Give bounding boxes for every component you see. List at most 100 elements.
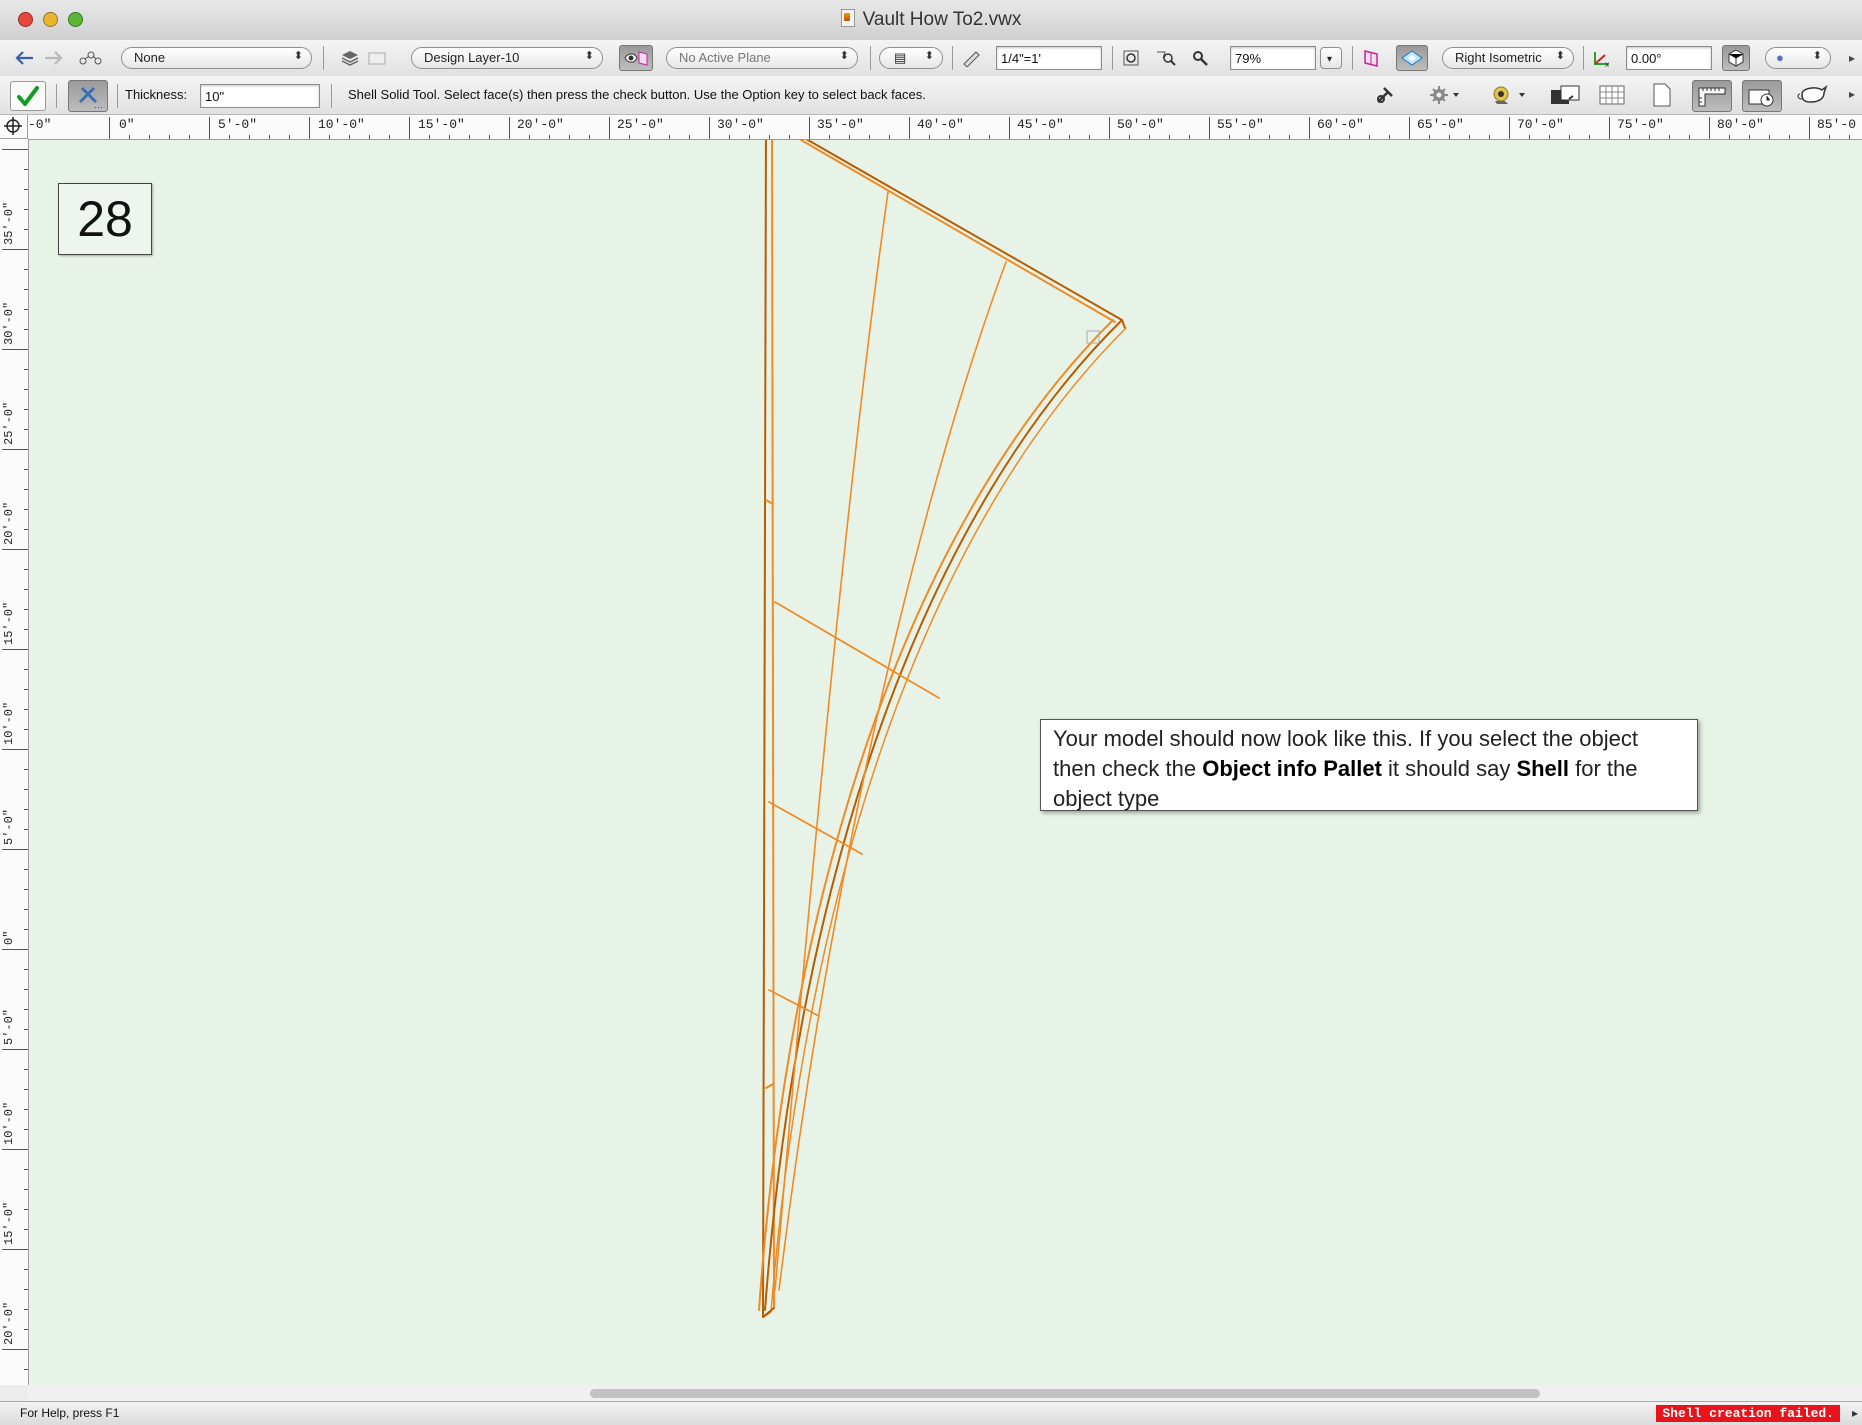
visibility-icon[interactable] xyxy=(1486,82,1530,108)
updown-arrow-icon: ⬍ xyxy=(584,50,594,62)
ruler-tick xyxy=(24,229,28,230)
drawing-canvas[interactable]: 28 Your model should now look like this.… xyxy=(29,140,1862,1385)
status-arrow-icon[interactable]: ▸ xyxy=(1852,1406,1858,1420)
ruler-tick xyxy=(24,429,28,430)
svg-text:…: … xyxy=(94,100,102,108)
axis-icon[interactable]: x xyxy=(1588,45,1616,71)
shell-left-edge xyxy=(771,140,775,1309)
class-popup-value: None xyxy=(134,50,166,65)
gear-icon[interactable] xyxy=(1424,82,1464,108)
layers-icon[interactable] xyxy=(336,45,364,71)
zoom-selection-icon[interactable] xyxy=(1152,45,1180,71)
ruler-tick xyxy=(1709,117,1710,139)
working-plane-popup-value: No Active Plane xyxy=(679,50,771,65)
ruler-tick xyxy=(329,135,330,139)
ruler-tick xyxy=(1589,135,1590,139)
ruler-tick xyxy=(1649,135,1650,139)
ruler-tick xyxy=(24,189,28,190)
ruler-tick xyxy=(1429,135,1430,139)
zoom-dropdown[interactable]: ▾ xyxy=(1320,47,1342,69)
rotation-angle-field[interactable]: 0.00° xyxy=(1626,46,1712,70)
ruler-tick xyxy=(449,135,450,139)
ruler-tick xyxy=(24,609,28,610)
snap-icon[interactable] xyxy=(1372,82,1400,108)
standard-view-popup-value: Right Isometric xyxy=(1455,50,1542,65)
ruler-tick xyxy=(24,1029,28,1030)
scrollbar-thumb[interactable] xyxy=(590,1389,1540,1398)
toolbar-overflow-icon[interactable]: ▸ xyxy=(1842,81,1862,107)
ruler-tick xyxy=(24,869,28,870)
ruler-tick xyxy=(1729,135,1730,139)
horizontal-ruler[interactable]: -0" 0" 5'-0" 10'-0" 15'-0" 20'-0" 25'-0"… xyxy=(28,115,1862,140)
ruler-tick xyxy=(1109,117,1110,139)
render-popup[interactable]: ● ⬍ xyxy=(1765,47,1831,69)
page-icon: ▤ xyxy=(894,50,907,65)
page-popup[interactable]: ▤ ⬍ xyxy=(879,47,943,69)
zoom-field[interactable]: 79% xyxy=(1230,46,1316,70)
ruler-tick xyxy=(409,117,410,139)
separator xyxy=(870,46,871,70)
ruler-label: 15'-0" xyxy=(418,117,465,132)
ruler-label: 20'-0" xyxy=(2,1301,16,1345)
ruler-tick xyxy=(24,929,28,930)
ruler-tick xyxy=(2,1049,28,1050)
layer-stack-icon[interactable] xyxy=(1548,82,1584,108)
ruler-tick xyxy=(1689,135,1690,139)
updown-arrow-icon: ⬍ xyxy=(924,50,934,62)
teapot-icon[interactable] xyxy=(1794,81,1830,107)
ruler-label: 35'-0" xyxy=(2,201,16,245)
eye-plane-icon[interactable] xyxy=(619,45,653,71)
zoom-fit-icon[interactable] xyxy=(1118,45,1146,71)
scale-field[interactable]: 1/4"=1' xyxy=(996,46,1102,70)
thickness-field[interactable]: 10" xyxy=(200,84,320,108)
vertical-ruler[interactable]: 35'-0" 30'-0" 25'-0" 20'-0" 15'-0" 10'-0… xyxy=(0,139,29,1385)
ruler-tick xyxy=(729,135,730,139)
class-icon[interactable] xyxy=(76,45,104,71)
ruler-tick xyxy=(509,117,510,139)
working-plane-popup[interactable]: No Active Plane ⬍ xyxy=(666,47,858,69)
page-blank-icon[interactable] xyxy=(1648,82,1676,108)
ruler-tick xyxy=(1169,135,1170,139)
projection-icon[interactable] xyxy=(1396,45,1428,71)
ruler-tick xyxy=(1669,135,1670,139)
ruler-tick xyxy=(24,1369,28,1370)
mode-tool-icon[interactable]: … xyxy=(68,80,108,112)
horizontal-scrollbar[interactable] xyxy=(28,1385,1862,1401)
grid-icon[interactable] xyxy=(1598,82,1626,108)
ruler-tick xyxy=(24,569,28,570)
toolbar-overflow-icon[interactable]: ▸ xyxy=(1842,45,1862,71)
ruler-label: 10'-0" xyxy=(2,701,16,745)
ruler-label: 55'-0" xyxy=(1217,117,1264,132)
ruler-origin[interactable] xyxy=(0,115,28,139)
ruler-label: 20'-0" xyxy=(517,117,564,132)
ruler-tick xyxy=(2,1249,28,1250)
callout-text: it should say xyxy=(1381,756,1517,781)
callout-bold-text: Shell xyxy=(1516,756,1570,781)
ruler-label: -0" xyxy=(28,117,52,132)
clock-icon[interactable] xyxy=(1742,80,1782,112)
ruler-tick xyxy=(709,117,710,139)
checkmark-icon[interactable] xyxy=(10,81,46,111)
ruler-tick xyxy=(24,269,28,270)
ruler-label: 20'-0" xyxy=(2,501,16,545)
ruler-label: 0" xyxy=(119,117,135,132)
callout-bold-text: Object info Pallet xyxy=(1202,756,1382,781)
ruler-tick xyxy=(2,349,28,350)
forward-arrow-icon[interactable] xyxy=(40,45,68,71)
back-arrow-icon[interactable] xyxy=(10,45,38,71)
ruler-tick xyxy=(24,1089,28,1090)
ruler-icon[interactable] xyxy=(957,45,985,71)
working-plane-icon[interactable] xyxy=(1357,45,1385,71)
ruler-tick xyxy=(2,849,28,850)
layer-popup[interactable]: Design Layer-10 ⬍ xyxy=(411,47,603,69)
updown-arrow-icon: ⬍ xyxy=(839,50,849,62)
ruler-toggle-icon[interactable] xyxy=(1692,80,1732,112)
standard-view-popup[interactable]: Right Isometric ⬍ xyxy=(1442,47,1574,69)
class-popup[interactable]: None ⬍ xyxy=(121,47,312,69)
ruler-tick xyxy=(1549,135,1550,139)
magnifier-icon[interactable] xyxy=(1186,45,1214,71)
ruler-tick xyxy=(1809,117,1810,139)
layer-options-icon[interactable] xyxy=(363,45,391,71)
render-mode-icon[interactable] xyxy=(1722,45,1750,71)
ruler-tick xyxy=(1009,117,1010,139)
